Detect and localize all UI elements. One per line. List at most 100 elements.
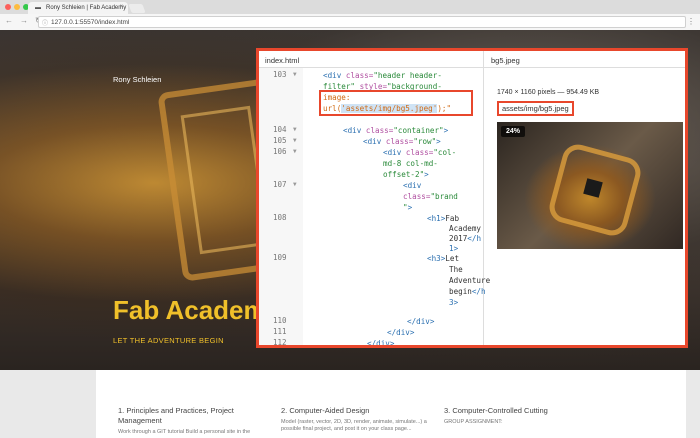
image-dimensions: 1740 × 1160 pixels — 954.49 KB [497, 89, 600, 96]
browser-chrome: ▬ Rony Schleien | Fab Academy × ← → ↻ ⓘ … [0, 0, 700, 30]
image-path-label: assets/img/bg5.jpeg [497, 101, 574, 116]
code-line: 3> [449, 297, 458, 308]
line-number: 111 [273, 327, 287, 336]
code-token: > [407, 203, 413, 212]
forward-icon[interactable]: → [20, 16, 28, 25]
info-icon[interactable]: ⓘ [42, 18, 48, 27]
assignment-title[interactable]: 1. Principles and Practices, Project Man… [118, 406, 268, 426]
code-token: The [449, 265, 463, 274]
favicon-icon: ▬ [35, 5, 41, 11]
address-bar[interactable]: ⓘ 127.0.0.1:55570/index.html [38, 16, 686, 28]
code-token: <div [343, 126, 362, 135]
code-token: class= [361, 126, 394, 135]
fold-arrow-icon[interactable]: ▼ [293, 148, 297, 155]
code-token: </div> [387, 328, 415, 337]
fold-arrow-icon[interactable]: ▼ [293, 126, 297, 133]
code-token: > [436, 137, 441, 146]
assignment-text: Model (raster, vector, 2D, 3D, render, a… [281, 419, 427, 432]
file-tab-index[interactable]: index.html [265, 56, 299, 65]
code-line: <div [403, 180, 421, 191]
code-token: <h1> [427, 214, 446, 223]
code-token: </div> [367, 339, 395, 348]
code-line: "> [403, 202, 412, 213]
code-inspector-overlay: index.html bg5.jpeg 103 ▼ 104 ▼ 105 ▼ 10… [256, 48, 688, 348]
code-token: 3> [449, 298, 459, 307]
code-token: > [443, 126, 449, 135]
tab-title: Rony Schleien | Fab Academy [46, 5, 127, 11]
menu-icon[interactable]: ⋮ [687, 17, 695, 26]
code-line: <h3>Let [427, 253, 459, 264]
code-token: </div> [407, 317, 435, 326]
file-tab-image[interactable]: bg5.jpeg [491, 56, 520, 65]
line-number: 105 [273, 136, 287, 145]
highlight-box [319, 90, 473, 116]
code-line: <div class="container"> [343, 125, 448, 136]
close-window-button[interactable] [5, 4, 11, 10]
code-token: Fab [445, 214, 460, 223]
code-line: <div class="row"> [363, 136, 441, 147]
fold-arrow-icon[interactable]: ▼ [293, 71, 297, 78]
code-line: offset-2"> [383, 169, 429, 180]
code-line: Adventure [449, 275, 490, 286]
back-icon[interactable]: ← [5, 16, 13, 25]
code-token: <div [363, 137, 382, 146]
close-tab-icon[interactable]: × [119, 4, 123, 10]
window-controls [5, 4, 29, 10]
zoom-badge: 24% [501, 126, 526, 137]
line-number: 106 [273, 147, 287, 156]
line-number: 112 [273, 338, 287, 347]
assignment-card: 3. Computer-Controlled Cutting GROUP ASS… [444, 406, 594, 426]
navigation-bar: ← → ↻ ⓘ 127.0.0.1:55570/index.html ⋮ [0, 14, 700, 30]
url-text: 127.0.0.1:55570/index.html [51, 19, 130, 26]
line-number: 109 [273, 253, 287, 262]
code-token: > [424, 170, 429, 179]
browser-tab[interactable]: ▬ Rony Schleien | Fab Academy × [28, 2, 128, 14]
code-token: Academy [449, 224, 482, 233]
code-token: </h [467, 234, 482, 243]
code-editor[interactable]: 103 ▼ 104 ▼ 105 ▼ 106 ▼ 107 ▼ 108 109 11… [259, 68, 490, 348]
assignment-title[interactable]: 2. Computer-Aided Design [281, 406, 431, 416]
tab-strip: ▬ Rony Schleien | Fab Academy × [0, 0, 700, 14]
code-token: "col- [433, 148, 457, 157]
code-token: 1> [449, 244, 459, 253]
line-number: 108 [273, 213, 287, 222]
assignment-title[interactable]: 3. Computer-Controlled Cutting [444, 406, 594, 416]
line-number: 107 [273, 180, 287, 189]
line-number: 110 [273, 316, 287, 325]
image-preview: 24% [497, 122, 683, 249]
minimize-window-button[interactable] [14, 4, 20, 10]
code-token: "container" [393, 126, 444, 135]
code-line: The [449, 264, 463, 275]
assignment-card: 1. Principles and Practices, Project Man… [118, 406, 268, 436]
line-number: 104 [273, 125, 287, 134]
code-token: begin [449, 287, 472, 296]
code-line: </div> [387, 327, 414, 338]
fold-arrow-icon[interactable]: ▼ [293, 137, 297, 144]
line-number: 103 [273, 70, 287, 79]
code-token: offset-2" [383, 170, 425, 179]
assignment-text: GROUP ASSIGNMENT: [444, 419, 503, 425]
code-line: class="brand [403, 191, 458, 202]
code-token: "row" [413, 137, 437, 146]
assignment-text: Work through a GIT tutorial Build a pers… [118, 429, 251, 435]
assignment-card: 2. Computer-Aided Design Model (raster, … [281, 406, 431, 433]
code-token: class= [401, 148, 434, 157]
code-line: </div> [407, 316, 434, 327]
code-token: class= [341, 71, 374, 80]
code-token: <div [383, 148, 402, 157]
pane-divider[interactable] [483, 51, 484, 345]
code-line: md-8 col-md- [383, 158, 438, 169]
code-token: </h [471, 287, 486, 296]
content-panel: 1. Principles and Practices, Project Man… [96, 370, 686, 438]
brand-name[interactable]: Rony Schleien [113, 75, 161, 84]
code-token: Let [445, 254, 460, 263]
code-token: 2017 [449, 234, 468, 243]
fold-arrow-icon[interactable]: ▼ [293, 181, 297, 188]
code-token: "header header- [373, 71, 442, 80]
code-line: begin</h [449, 286, 486, 297]
code-line: <div class="col- [383, 147, 456, 158]
code-token: <h3> [427, 254, 446, 263]
code-line: </div> [367, 338, 395, 348]
new-tab-button[interactable] [128, 4, 146, 13]
code-token: <div [403, 181, 422, 190]
